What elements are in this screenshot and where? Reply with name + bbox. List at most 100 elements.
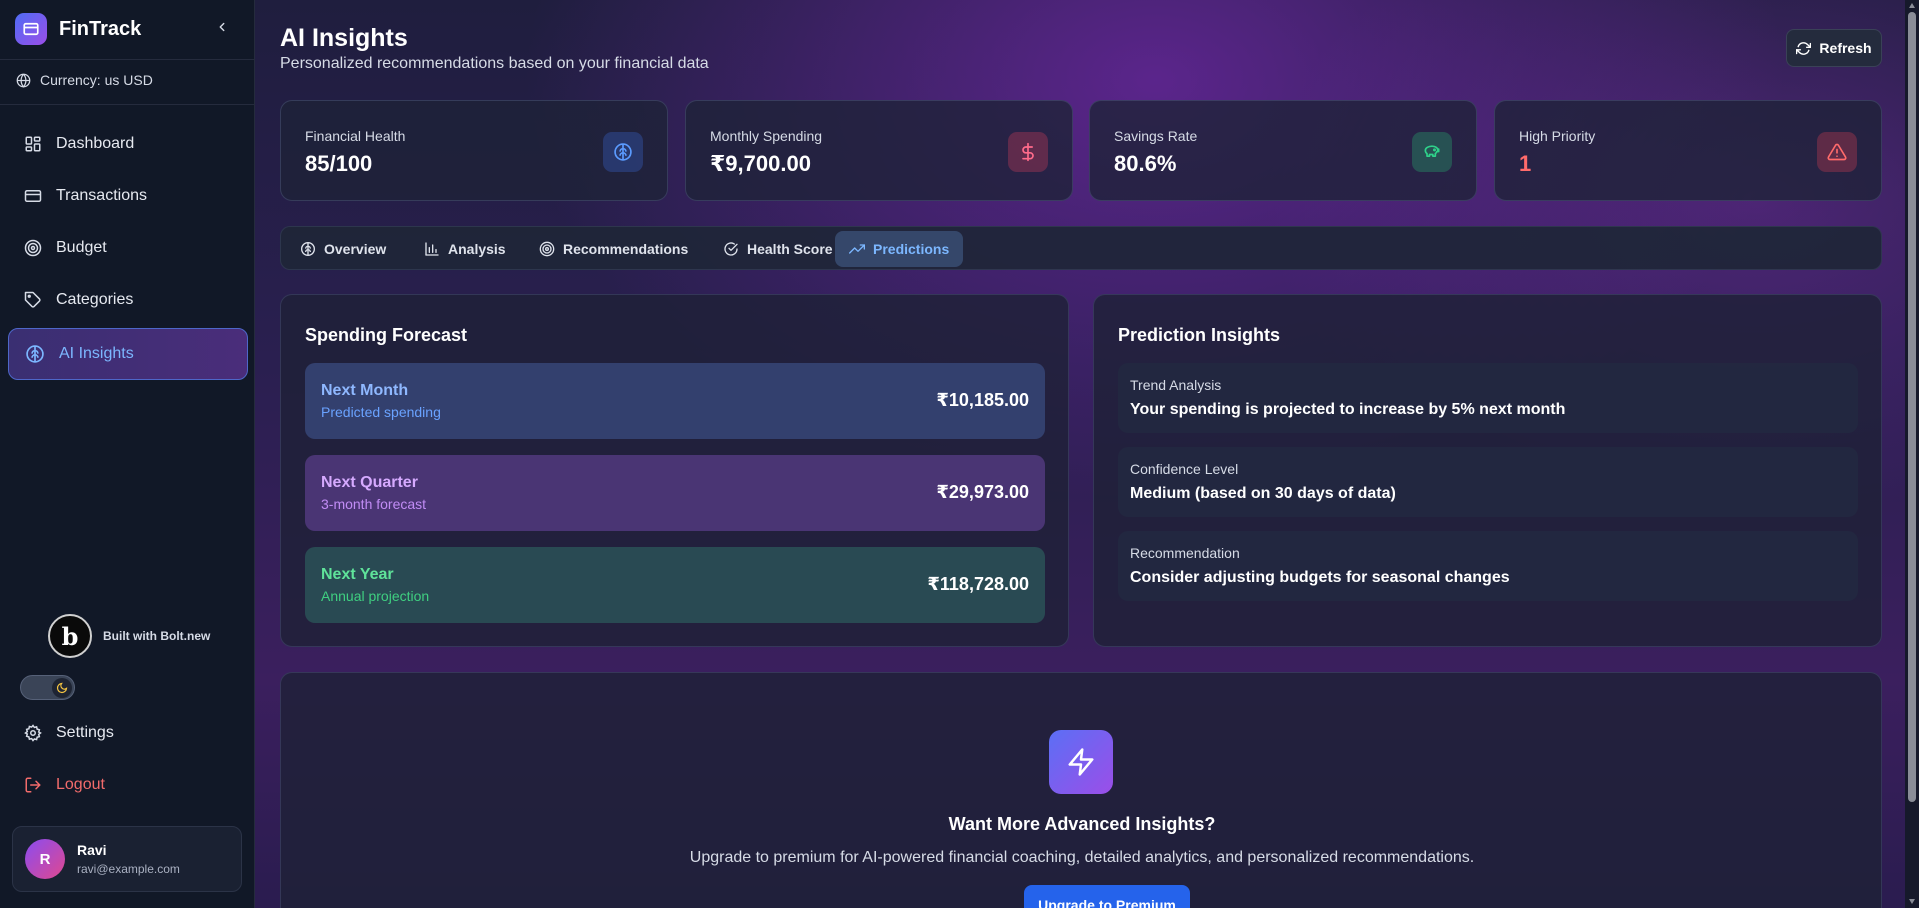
insight-label: Confidence Level <box>1130 461 1239 477</box>
tab-recommendations[interactable]: Recommendations <box>525 231 702 267</box>
tab-predictions[interactable]: Predictions <box>835 231 964 267</box>
check-circle-icon <box>724 242 738 256</box>
stat-card-high-priority: High Priority 1 <box>1494 100 1882 201</box>
moon-icon <box>52 678 72 698</box>
sidebar-item-label: Budget <box>56 239 107 256</box>
tab-analysis[interactable]: Analysis <box>410 231 520 267</box>
insight-label: Trend Analysis <box>1130 377 1222 393</box>
currency-label: Currency: us USD <box>40 72 153 88</box>
upgrade-to-premium-button[interactable]: Upgrade to Premium <box>1024 885 1190 908</box>
user-email: ravi@example.com <box>77 862 180 876</box>
built-with-label: Built with Bolt.new <box>103 629 211 643</box>
prediction-insights-panel: Prediction Insights Trend Analysis Your … <box>1093 294 1882 647</box>
premium-title: Want More Advanced Insights? <box>948 814 1216 834</box>
currency-selector[interactable]: Currency: us USD <box>16 72 153 88</box>
sidebar-item-label: Transactions <box>56 187 147 204</box>
forecast-next-quarter: Next Quarter 3-month forecast ₹29,973.00 <box>305 455 1045 531</box>
spending-forecast-panel: Spending Forecast Next Month Predicted s… <box>280 294 1069 647</box>
gear-icon <box>24 724 42 742</box>
dollar-icon <box>1008 132 1048 172</box>
forecast-sub: 3-month forecast <box>321 496 427 512</box>
page-subtitle: Personalized recommendations based on yo… <box>280 55 709 72</box>
lightning-icon <box>1049 730 1113 794</box>
forecast-value: ₹118,728.00 <box>927 574 1029 594</box>
scroll-down-icon <box>1909 899 1915 904</box>
sidebar: FinTrack Currency: us USD Dashboard Tran… <box>0 0 255 908</box>
bar-chart-icon <box>425 242 439 256</box>
forecast-name: Next Month <box>321 382 409 399</box>
collapse-sidebar-button[interactable] <box>212 17 232 37</box>
sidebar-item-ai-insights[interactable]: AI Insights <box>8 328 248 380</box>
logout-button[interactable]: Logout <box>24 776 105 794</box>
stat-label: Monthly Spending <box>710 128 823 144</box>
brain-icon <box>26 345 44 363</box>
tab-overview[interactable]: Overview <box>286 231 400 267</box>
scrollbar[interactable] <box>1905 0 1919 908</box>
bolt-badge[interactable]: b Built with Bolt.new <box>48 614 210 658</box>
chevron-left-icon <box>219 22 225 32</box>
insight-recommendation: Recommendation Consider adjusting budget… <box>1118 531 1858 601</box>
target-icon <box>24 239 42 257</box>
insight-text: Consider adjusting budgets for seasonal … <box>1130 569 1510 586</box>
insight-confidence-level: Confidence Level Medium (based on 30 day… <box>1118 447 1858 517</box>
theme-toggle[interactable] <box>20 675 75 700</box>
tag-icon <box>24 291 41 308</box>
settings-button[interactable]: Settings <box>24 724 114 742</box>
target-icon <box>539 241 555 257</box>
premium-upsell-card: Want More Advanced Insights? Upgrade to … <box>280 672 1882 908</box>
stat-value: ₹9,700.00 <box>710 151 811 176</box>
wallet-icon <box>15 13 47 45</box>
tab-label: Recommendations <box>563 241 689 257</box>
insight-label: Recommendation <box>1130 545 1240 561</box>
stat-value: 85/100 <box>305 151 373 176</box>
stat-label: Savings Rate <box>1114 128 1198 144</box>
forecast-name: Next Year <box>321 566 394 583</box>
insight-trend-analysis: Trend Analysis Your spending is projecte… <box>1118 363 1858 433</box>
user-name: Ravi <box>77 842 107 858</box>
scroll-thumb[interactable] <box>1908 12 1916 802</box>
brand[interactable]: FinTrack <box>15 13 141 45</box>
forecast-value: ₹29,973.00 <box>936 482 1029 502</box>
forecast-name: Next Quarter <box>321 474 418 491</box>
app-name: FinTrack <box>59 17 142 40</box>
forecast-next-year: Next Year Annual projection ₹118,728.00 <box>305 547 1045 623</box>
divider <box>0 104 255 105</box>
premium-description: Upgrade to premium for AI-powered financ… <box>689 849 1475 866</box>
stat-value: 80.6% <box>1114 151 1177 176</box>
tab-label: Overview <box>324 241 387 257</box>
sidebar-item-budget[interactable]: Budget <box>8 222 248 274</box>
sidebar-item-categories[interactable]: Categories <box>8 274 248 326</box>
sidebar-item-dashboard[interactable]: Dashboard <box>8 118 248 170</box>
stat-card-financial-health: Financial Health 85/100 <box>280 100 668 201</box>
refresh-label: Refresh <box>1819 40 1872 56</box>
page-title: AI Insights <box>280 24 408 52</box>
tab-health-score[interactable]: Health Score <box>709 231 847 267</box>
brain-icon <box>301 242 315 256</box>
refresh-icon <box>1796 41 1812 55</box>
forecast-sub: Annual projection <box>321 588 430 604</box>
sidebar-item-label: Categories <box>56 291 134 308</box>
alert-triangle-icon <box>1817 132 1857 172</box>
stat-card-savings-rate: Savings Rate 80.6% <box>1089 100 1477 201</box>
tab-bar: Overview Analysis Recommendations Health… <box>280 226 1882 270</box>
main-content: AI Insights Personalized recommendations… <box>255 0 1905 908</box>
settings-label: Settings <box>56 724 114 741</box>
tab-label: Health Score <box>747 241 833 257</box>
panel-title: Prediction Insights <box>1118 325 1281 345</box>
avatar: R <box>25 839 65 879</box>
piggy-bank-icon <box>1412 132 1452 172</box>
refresh-button[interactable]: Refresh <box>1786 29 1882 67</box>
brain-icon <box>603 132 643 172</box>
sidebar-item-label: AI Insights <box>59 345 134 362</box>
logout-label: Logout <box>56 776 105 793</box>
forecast-value: ₹10,185.00 <box>936 390 1029 410</box>
stat-label: Financial Health <box>305 128 406 144</box>
trending-up-icon <box>849 244 865 254</box>
forecast-sub: Predicted spending <box>321 404 441 420</box>
user-profile-card[interactable]: R Ravi ravi@example.com <box>12 826 242 892</box>
forecast-next-month: Next Month Predicted spending ₹10,185.00 <box>305 363 1045 439</box>
stat-value: 1 <box>1519 151 1532 176</box>
insight-text: Medium (based on 30 days of data) <box>1130 485 1396 502</box>
tab-label: Predictions <box>873 241 950 257</box>
sidebar-item-transactions[interactable]: Transactions <box>8 170 248 222</box>
